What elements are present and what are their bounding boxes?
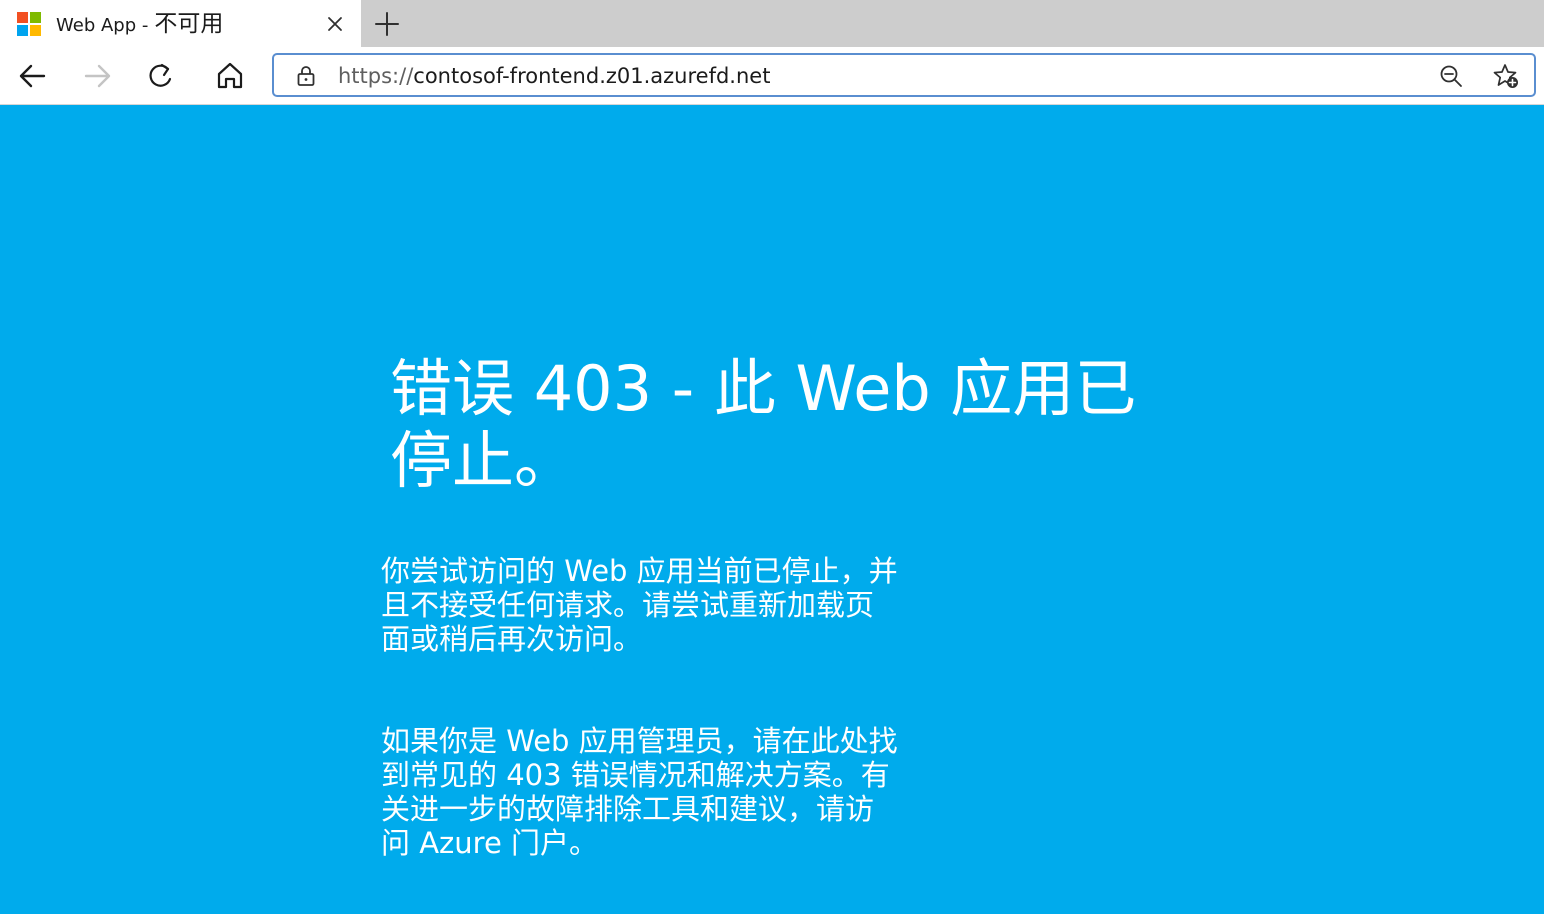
new-tab-button[interactable]: [372, 9, 402, 39]
home-icon: [217, 62, 243, 89]
url-host: contosof-frontend.z01.azurefd.net: [413, 64, 771, 88]
zoom-out-icon[interactable]: [1438, 63, 1464, 89]
plus-icon: [375, 12, 399, 36]
address-bar[interactable]: https://contosof-frontend.z01.azurefd.ne…: [272, 53, 1536, 97]
stopped-description: 你尝试访问的 Web 应用当前已停止，并且不接受任何请求。请尝试重新加载页面或稍…: [381, 554, 898, 656]
browser-toolbar: https://contosof-frontend.z01.azurefd.ne…: [0, 47, 1544, 105]
error-page: 错误 403 - 此 Web 应用已停止。 你尝试访问的 Web 应用当前已停止…: [0, 105, 1544, 914]
browser-tab[interactable]: Web App - 不可用: [0, 0, 361, 47]
home-button[interactable]: [213, 59, 247, 93]
add-favorite-icon[interactable]: [1492, 62, 1520, 90]
browser-window: Web App - 不可用 https://contosof-frontend.z…: [0, 0, 1544, 914]
microsoft-logo-icon: [17, 12, 41, 36]
refresh-button[interactable]: [144, 59, 178, 93]
tab-title-prefix: Web App -: [56, 15, 149, 36]
arrow-right-icon: [84, 64, 111, 88]
lock-icon[interactable]: [294, 64, 318, 88]
arrow-left-icon: [19, 64, 46, 88]
url-scheme: https://: [338, 64, 414, 88]
error-heading: 错误 403 - 此 Web 应用已停止。: [390, 352, 1137, 497]
close-icon[interactable]: [322, 11, 348, 37]
url-text[interactable]: https://contosof-frontend.z01.azurefd.ne…: [338, 55, 770, 95]
tab-title-status: 不可用: [154, 11, 224, 37]
refresh-icon: [149, 63, 172, 87]
tab-title: Web App - 不可用: [56, 0, 223, 47]
tab-strip: Web App - 不可用: [0, 0, 1544, 47]
back-button[interactable]: [15, 59, 49, 93]
admin-description: 如果你是 Web 应用管理员，请在此处找到常见的 403 错误情况和解决方案。有…: [381, 724, 898, 860]
forward-button[interactable]: [81, 59, 115, 93]
